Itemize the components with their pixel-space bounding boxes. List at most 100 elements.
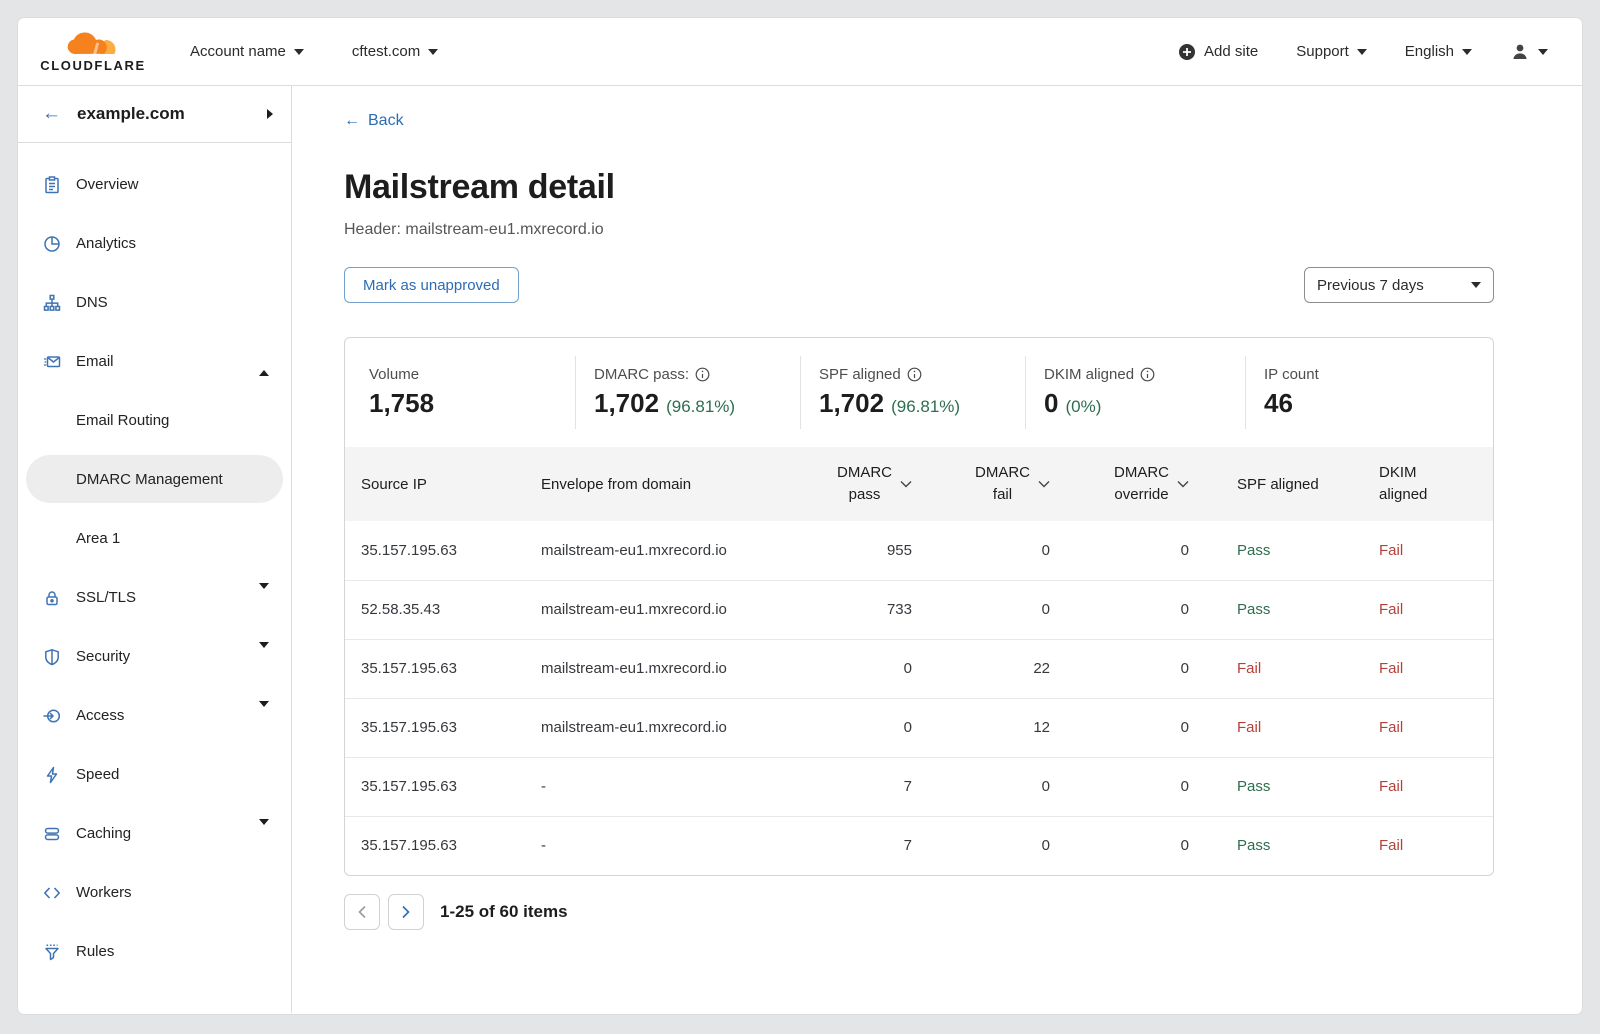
- table-row[interactable]: 52.58.35.43 mailstream-eu1.mxrecord.io 7…: [345, 580, 1493, 639]
- stats-bar: Volume 1,758 DMARC pass: 1,702 (96.81%: [345, 338, 1493, 447]
- sidebar-item-caching[interactable]: Caching: [18, 804, 291, 863]
- email-icon: [42, 352, 62, 372]
- col-spf-aligned: SPF aligned: [1197, 447, 1367, 521]
- bolt-icon: [42, 765, 62, 785]
- chevron-down-icon: [428, 49, 438, 55]
- next-page-button[interactable]: [388, 894, 424, 930]
- top-bar: CLOUDFLARE Account name cftest.com Add s…: [18, 18, 1582, 86]
- back-arrow-icon: ←: [42, 103, 61, 125]
- source-ip-table: Source IP Envelope from domain DMARCpass: [345, 447, 1493, 875]
- chevron-down-icon: [259, 707, 269, 724]
- info-icon[interactable]: [907, 367, 922, 382]
- app-window: CLOUDFLARE Account name cftest.com Add s…: [18, 18, 1582, 1014]
- sidebar-item-analytics[interactable]: Analytics: [18, 214, 291, 273]
- sort-chevron-icon: [1038, 480, 1050, 488]
- user-icon: [1510, 42, 1530, 62]
- language-dropdown[interactable]: English: [1405, 43, 1472, 60]
- back-link[interactable]: ← Back: [344, 112, 404, 130]
- sidebar-item-workers[interactable]: Workers: [18, 863, 291, 922]
- pagination: 1-25 of 60 items: [344, 894, 1582, 930]
- stat-dmarc-pass: DMARC pass: 1,702 (96.81%): [575, 356, 800, 429]
- pagination-label: 1-25 of 60 items: [440, 902, 568, 922]
- spf-status: Pass: [1197, 816, 1367, 875]
- chevron-down-icon: [1462, 49, 1472, 55]
- table-row[interactable]: 35.157.195.63 - 7 0 0 Pass Fail: [345, 816, 1493, 875]
- mark-unapproved-button[interactable]: Mark as unapproved: [344, 267, 519, 303]
- table-row[interactable]: 35.157.195.63 mailstream-eu1.mxrecord.io…: [345, 639, 1493, 698]
- chevron-down-icon: [259, 648, 269, 665]
- cloudflare-logo[interactable]: CLOUDFLARE: [36, 30, 150, 73]
- cache-icon: [42, 824, 62, 844]
- sidebar-item-speed[interactable]: Speed: [18, 745, 291, 804]
- stat-spf-aligned: SPF aligned 1,702 (96.81%): [800, 356, 1025, 429]
- chevron-down-icon: [294, 49, 304, 55]
- chevron-down-icon: [1357, 49, 1367, 55]
- table-row[interactable]: 35.157.195.63 mailstream-eu1.mxrecord.io…: [345, 698, 1493, 757]
- sort-dmarc-pass[interactable]: DMARCpass: [775, 462, 912, 506]
- lock-icon: [42, 588, 62, 608]
- mailstream-detail-card: Volume 1,758 DMARC pass: 1,702 (96.81%: [344, 337, 1494, 876]
- access-icon: [42, 706, 62, 726]
- funnel-icon: [42, 942, 62, 962]
- chevron-right-icon: [401, 905, 411, 919]
- site-dropdown[interactable]: cftest.com: [352, 43, 438, 60]
- sort-dmarc-fail[interactable]: DMARCfail: [920, 462, 1050, 506]
- date-range-select[interactable]: Previous 7 days: [1304, 267, 1494, 303]
- dkim-status: Fail: [1367, 757, 1493, 816]
- chevron-left-icon: [357, 905, 367, 919]
- stat-dmarc-pass-value: 1,702: [594, 388, 659, 419]
- sidebar-item-security[interactable]: Security: [18, 627, 291, 686]
- sidebar-item-email-routing[interactable]: Email Routing: [18, 391, 291, 450]
- cloudflare-cloud-icon: [62, 30, 124, 60]
- dkim-status: Fail: [1367, 639, 1493, 698]
- sidebar-site-header[interactable]: ← example.com: [18, 86, 291, 143]
- toolbar: Mark as unapproved Previous 7 days: [344, 267, 1494, 303]
- sidebar-item-access[interactable]: Access: [18, 686, 291, 745]
- col-dkim-aligned: DKIMaligned: [1367, 447, 1493, 521]
- chevron-down-icon: [259, 825, 269, 842]
- sidebar-item-dns[interactable]: DNS: [18, 273, 291, 332]
- spf-status: Pass: [1197, 757, 1367, 816]
- code-brackets-icon: [42, 883, 62, 903]
- page-title: Mailstream detail: [344, 168, 1582, 207]
- account-dropdown[interactable]: Account name: [190, 43, 304, 60]
- stat-dkim-aligned-value: 0: [1044, 388, 1058, 419]
- col-dmarc-fail: DMARCfail: [920, 447, 1058, 521]
- expand-right-icon: [267, 109, 273, 119]
- sidebar-item-area-1[interactable]: Area 1: [18, 509, 291, 568]
- clipboard-icon: [42, 175, 62, 195]
- spf-status: Fail: [1197, 698, 1367, 757]
- sidebar-item-overview[interactable]: Overview: [18, 155, 291, 214]
- stat-spf-aligned-percent: (96.81%): [891, 397, 960, 417]
- shield-icon: [42, 647, 62, 667]
- stat-dkim-aligned: DKIM aligned 0 (0%): [1025, 356, 1245, 429]
- sidebar-item-rules[interactable]: Rules: [18, 922, 291, 981]
- sidebar-item-email[interactable]: Email: [18, 332, 291, 391]
- prev-page-button[interactable]: [344, 894, 380, 930]
- sidebar-nav: Overview Analytics DNS: [18, 143, 291, 981]
- dkim-status: Fail: [1367, 698, 1493, 757]
- chevron-down-icon: [259, 589, 269, 606]
- sidebar-item-dmarc-management[interactable]: DMARC Management: [26, 455, 283, 503]
- pie-chart-icon: [42, 234, 62, 254]
- table-header-row: Source IP Envelope from domain DMARCpass: [345, 447, 1493, 521]
- spf-status: Pass: [1197, 521, 1367, 580]
- col-dmarc-pass: DMARCpass: [775, 447, 920, 521]
- info-icon[interactable]: [1140, 367, 1155, 382]
- add-site-button[interactable]: Add site: [1178, 43, 1258, 61]
- cloudflare-wordmark: CLOUDFLARE: [40, 58, 146, 73]
- sort-dmarc-override[interactable]: DMARCoverride: [1058, 462, 1189, 506]
- chevron-down-icon: [1471, 282, 1481, 288]
- col-envelope-from-domain: Envelope from domain: [525, 447, 775, 521]
- stat-volume-value: 1,758: [369, 388, 434, 419]
- stat-spf-aligned-value: 1,702: [819, 388, 884, 419]
- sidebar-item-ssl-tls[interactable]: SSL/TLS: [18, 568, 291, 627]
- info-icon[interactable]: [695, 367, 710, 382]
- user-menu[interactable]: [1510, 42, 1548, 62]
- table-row[interactable]: 35.157.195.63 mailstream-eu1.mxrecord.io…: [345, 521, 1493, 580]
- stat-dkim-aligned-percent: (0%): [1065, 397, 1101, 417]
- support-dropdown[interactable]: Support: [1296, 43, 1367, 60]
- sort-chevron-icon: [1177, 480, 1189, 488]
- table-row[interactable]: 35.157.195.63 - 7 0 0 Pass Fail: [345, 757, 1493, 816]
- network-icon: [42, 293, 62, 313]
